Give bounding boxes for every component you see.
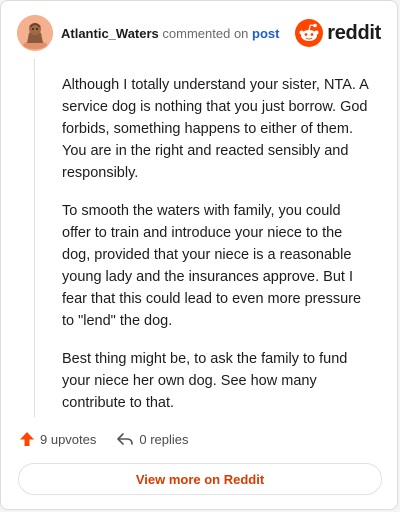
reddit-logo[interactable]: reddit — [295, 19, 381, 47]
comment-header: Atlantic_Waters commented on post reddit — [17, 15, 381, 51]
comment-paragraph: Best thing might be, to ask the family t… — [62, 351, 348, 411]
avatar-image — [17, 15, 53, 51]
comment-card: Atlantic_Waters commented on post reddit… — [0, 0, 398, 510]
upvote-count[interactable]: 9 upvotes — [19, 431, 96, 447]
avatar[interactable] — [17, 15, 53, 51]
upvote-label: 9 upvotes — [40, 431, 97, 447]
post-link[interactable]: post — [252, 26, 279, 41]
commented-on-text: commented on — [162, 26, 249, 41]
reply-arrow-icon — [117, 433, 134, 445]
reply-label: 0 replies — [139, 431, 189, 447]
reply-count[interactable]: 0 replies — [116, 431, 189, 447]
comment-meta: Atlantic_Waters commented on post — [61, 25, 279, 43]
reddit-wordmark: reddit — [327, 21, 381, 44]
reddit-snoo-icon — [295, 19, 324, 47]
view-more-on-reddit-button[interactable]: View more on Reddit — [18, 463, 382, 495]
comment-paragraph: To smooth the waters with family, you co… — [62, 203, 362, 329]
comment-footer: 9 upvotes 0 replies — [19, 429, 189, 449]
username[interactable]: Atlantic_Waters — [61, 26, 159, 41]
thread-line — [34, 59, 35, 417]
comment-paragraph: Although I totally understand your siste… — [62, 77, 369, 181]
upvote-arrow-icon — [20, 432, 34, 446]
comment-body: Although I totally understand your siste… — [62, 74, 372, 430]
